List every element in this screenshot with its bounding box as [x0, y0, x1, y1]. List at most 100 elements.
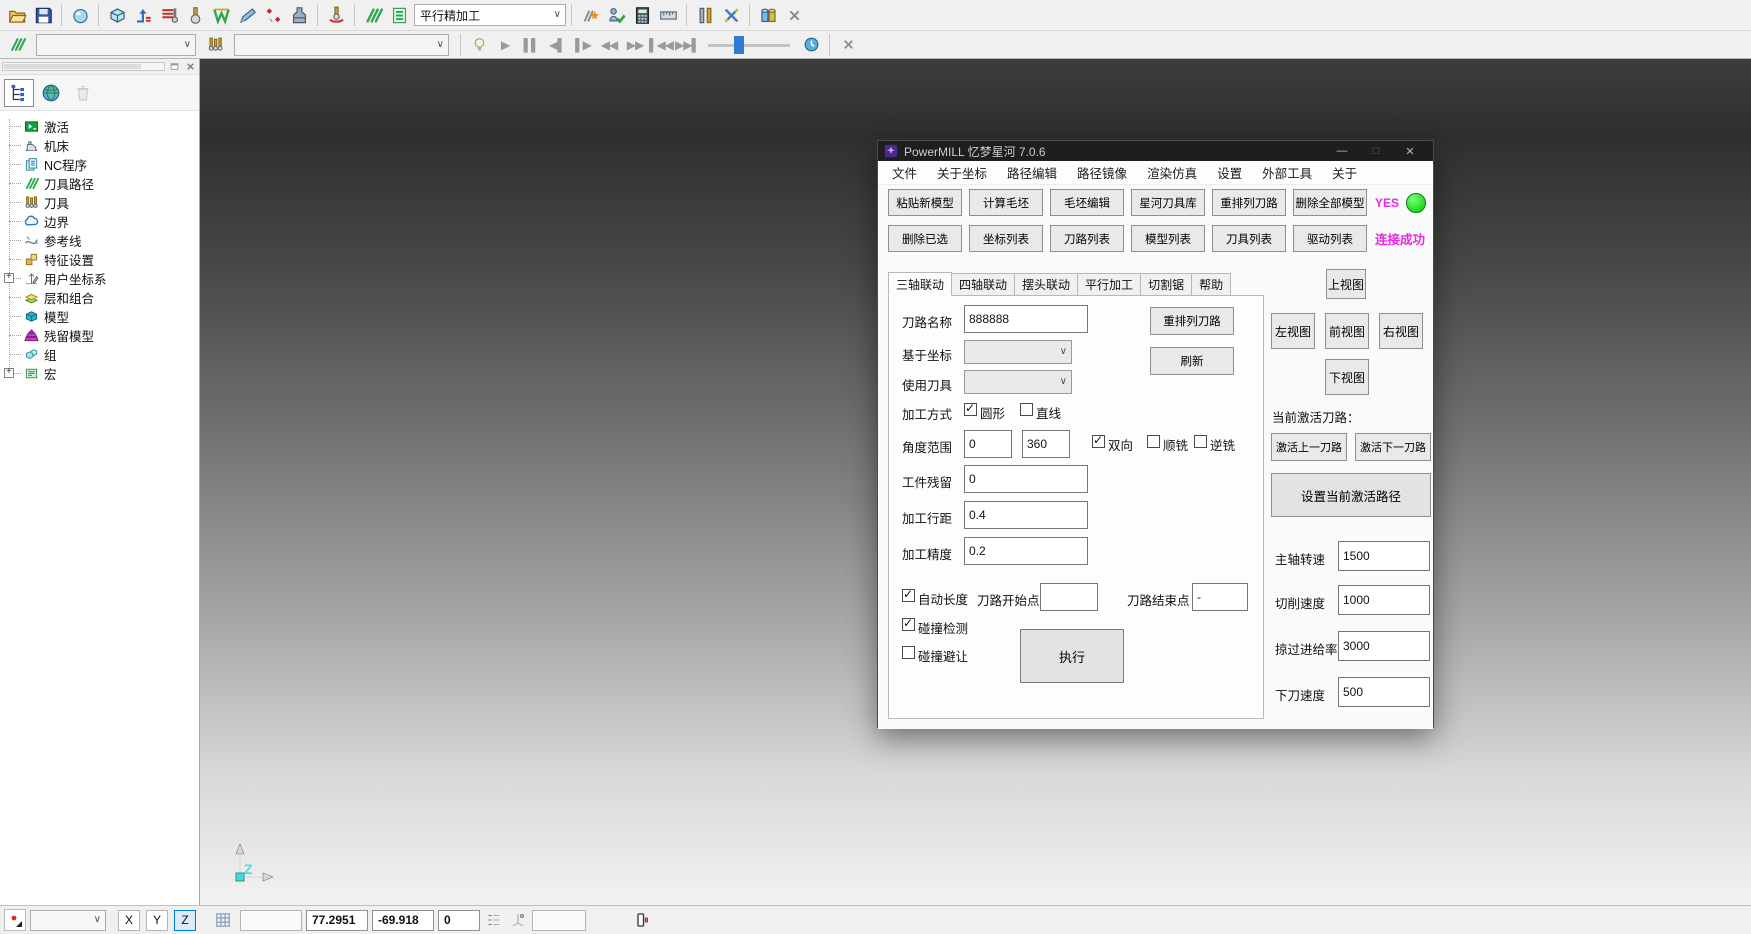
statusbar-combobox[interactable] — [30, 910, 106, 931]
pause-icon[interactable]: ▌▌ — [518, 33, 544, 57]
circle-checkbox[interactable] — [964, 403, 977, 416]
save-file-icon[interactable] — [30, 3, 56, 27]
transform-icon[interactable] — [718, 3, 744, 27]
execute-button[interactable]: 执行 — [1020, 629, 1124, 683]
collision-check-icon[interactable] — [323, 3, 349, 27]
clock-icon[interactable] — [798, 33, 824, 57]
stepover-input[interactable] — [964, 501, 1088, 529]
slider-thumb[interactable] — [734, 36, 744, 54]
toolpath-spring-icon[interactable] — [360, 3, 386, 27]
tree-item[interactable]: 层和组合 — [0, 288, 199, 307]
toolholder-icon[interactable] — [286, 3, 312, 27]
block-icon[interactable] — [104, 3, 130, 27]
menu-item[interactable]: 关于 — [1332, 163, 1357, 182]
flyout-button[interactable] — [4, 909, 26, 931]
view-left-button[interactable]: 左视图 — [1271, 313, 1315, 349]
play-icon[interactable]: ▶ — [492, 33, 518, 57]
action-button[interactable]: 驱动列表 — [1293, 225, 1367, 252]
calculator-icon[interactable] — [629, 3, 655, 27]
tree-item[interactable]: 刀具路径 — [0, 174, 199, 193]
view-top-button[interactable]: 上视图 — [1326, 269, 1366, 299]
dialog-tab[interactable]: 切割锯 — [1141, 273, 1192, 296]
menu-item[interactable]: 外部工具 — [1262, 163, 1312, 182]
menu-item[interactable]: 关于坐标 — [937, 163, 987, 182]
axis-lock-button[interactable]: Y — [146, 910, 168, 931]
plunge-feed-input[interactable] — [1338, 677, 1430, 707]
cutting-feed-input[interactable] — [1338, 585, 1430, 615]
angle-to-input[interactable] — [1022, 430, 1070, 458]
action-button[interactable]: 粘贴新模型 — [888, 189, 962, 216]
toolpath-spring-icon[interactable] — [4, 33, 30, 57]
float-pane-icon[interactable] — [167, 60, 181, 73]
shaded-view-icon[interactable] — [67, 3, 93, 27]
rearrange-button[interactable]: 重排列刀路 — [1150, 307, 1234, 335]
view-front-button[interactable]: 前视图 — [1325, 313, 1369, 349]
axis-lock-button[interactable]: Z — [174, 910, 196, 931]
points-icon[interactable] — [260, 3, 286, 27]
set-active-path-button[interactable]: 设置当前激活路径 — [1271, 473, 1431, 517]
pattern-icon[interactable] — [234, 3, 260, 27]
position-field[interactable] — [240, 910, 302, 931]
coord-z-field[interactable]: 0 — [438, 910, 480, 931]
sim-toolbar-close-icon[interactable] — [835, 33, 861, 57]
simulation-speed-slider[interactable] — [708, 35, 790, 55]
tree-item[interactable]: 机床 — [0, 136, 199, 155]
activate-next-button[interactable]: 激活下一刀路 — [1355, 433, 1431, 461]
tolerance-input[interactable] — [964, 537, 1088, 565]
action-button[interactable]: 删除全部模型 — [1293, 189, 1367, 216]
angle-from-input[interactable] — [964, 430, 1012, 458]
strategy-combobox[interactable]: 平行精加工 — [414, 4, 566, 26]
step-forward-icon[interactable]: ▌▶ — [570, 33, 596, 57]
activate-prev-button[interactable]: 激活上一刀路 — [1271, 433, 1347, 461]
xyz-list-icon[interactable] — [484, 910, 504, 930]
expand-icon[interactable] — [4, 273, 14, 283]
end-point-input[interactable] — [1192, 583, 1248, 611]
globe-icon[interactable] — [36, 79, 66, 107]
tree-item[interactable]: 激活 — [0, 117, 199, 136]
view-bottom-button[interactable]: 下视图 — [1325, 359, 1369, 395]
menu-item[interactable]: 文件 — [892, 163, 917, 182]
coord-y-field[interactable]: -69.918 — [372, 910, 434, 931]
action-button[interactable]: 毛坯编辑 — [1050, 189, 1124, 216]
collision-detect-checkbox[interactable] — [902, 618, 915, 631]
conventional-checkbox[interactable] — [1194, 435, 1207, 448]
line-checkbox[interactable] — [1020, 403, 1033, 416]
explorer-close-icon[interactable] — [183, 60, 197, 73]
clamp-icon[interactable] — [692, 3, 718, 27]
dialog-tab[interactable]: 三轴联动 — [888, 272, 952, 296]
menu-item[interactable]: 渲染仿真 — [1147, 163, 1197, 182]
tree-item[interactable]: 用户坐标系 — [0, 269, 199, 288]
tree-item[interactable]: 宏 — [0, 364, 199, 383]
tree-view-icon[interactable] — [4, 79, 34, 107]
toolpath-import-icon[interactable] — [130, 3, 156, 27]
bidirectional-checkbox[interactable] — [1092, 435, 1105, 448]
dialog-tab[interactable]: 四轴联动 — [952, 273, 1015, 296]
tree-item[interactable]: 刀具 — [0, 193, 199, 212]
open-file-icon[interactable] — [4, 3, 30, 27]
axis-lock-button[interactable]: X — [118, 910, 140, 931]
ruler-icon[interactable] — [655, 3, 681, 27]
simulation-tool-combobox[interactable] — [234, 34, 449, 56]
phone-icon[interactable] — [632, 910, 652, 930]
dialog-tab[interactable]: 平行加工 — [1078, 273, 1141, 296]
action-button[interactable]: 刀路列表 — [1050, 225, 1124, 252]
action-button[interactable]: 星河刀具库 — [1131, 189, 1205, 216]
dialog-tab[interactable]: 摆头联动 — [1015, 273, 1078, 296]
menu-item[interactable]: 路径镜像 — [1077, 163, 1127, 182]
explorer-hscrollbar[interactable] — [2, 62, 165, 71]
go-start-icon[interactable]: ▌◀◀ — [648, 33, 674, 57]
coord-x-field[interactable]: 77.2951 — [306, 910, 368, 931]
action-button[interactable]: 刀具列表 — [1212, 225, 1286, 252]
tree-item[interactable]: NC程序 — [0, 155, 199, 174]
tree-item[interactable]: 边界 — [0, 212, 199, 231]
stock-input[interactable] — [964, 465, 1088, 493]
maximize-button[interactable]: □ — [1359, 145, 1393, 157]
dialog-titlebar[interactable]: PowerMILL 忆梦星河 7.0.6 — □ ✕ — [878, 141, 1433, 161]
action-button[interactable]: 模型列表 — [1131, 225, 1205, 252]
use-tool-combobox[interactable] — [964, 370, 1072, 394]
tools-icon[interactable] — [202, 33, 228, 57]
menu-item[interactable]: 设置 — [1217, 163, 1242, 182]
cylinders-icon[interactable] — [755, 3, 781, 27]
probe-icon[interactable] — [508, 910, 528, 930]
strategy-list-icon[interactable] — [386, 3, 412, 27]
